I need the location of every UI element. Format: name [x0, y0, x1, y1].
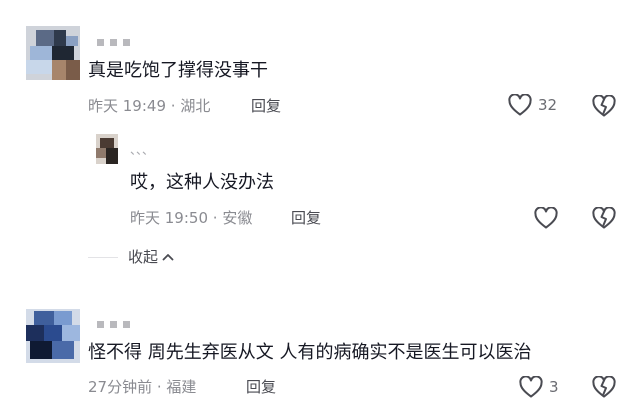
avatar-pixel [66, 36, 78, 46]
avatar-pixel [26, 325, 44, 341]
username[interactable] [97, 37, 130, 47]
comment-meta: 昨天 19:49 · 湖北 [88, 96, 210, 116]
reply-location: 安徽 [222, 209, 253, 227]
comment-time: 27分钟前 [88, 378, 153, 396]
like-button[interactable]: 32 [508, 94, 557, 116]
reply-button[interactable]: 回复 [291, 208, 321, 228]
collapse-label: 收起 [128, 248, 159, 266]
broken-heart-icon [592, 207, 616, 229]
username-blur [123, 320, 130, 328]
avatar-pixel [36, 30, 54, 46]
reply-meta: 昨天 19:50 · 安徽 [130, 208, 252, 228]
reply-avatar[interactable] [96, 134, 118, 164]
username-blur [97, 38, 104, 46]
avatar[interactable] [26, 26, 80, 80]
reply-text: 哎，这种人没办法 [130, 172, 274, 193]
dislike-button[interactable] [592, 207, 616, 229]
meta-separator: · [152, 378, 167, 396]
avatar-pixel [52, 46, 74, 60]
meta-separator: · [166, 97, 181, 115]
username-blur [110, 38, 117, 46]
avatar[interactable] [26, 309, 80, 363]
comment-text: 真是吃饱了撑得没事干 [88, 60, 268, 81]
meta-separator: · [208, 209, 223, 227]
avatar-pixel [30, 341, 52, 359]
avatar-pixel [96, 148, 106, 158]
avatar-pixel [62, 325, 80, 341]
avatar-pixel [30, 46, 52, 60]
avatar-pixel [54, 311, 72, 325]
broken-heart-icon [592, 95, 616, 117]
username-blur [97, 320, 104, 328]
comment-text: 怪不得 周先生弃医从文 人有的病确实不是医生可以医治 [88, 342, 532, 363]
avatar-pixel [106, 148, 118, 164]
collapse-divider [88, 257, 118, 258]
avatar-pixel [54, 30, 66, 46]
avatar-pixel [34, 311, 54, 325]
like-button[interactable]: 3 [519, 376, 559, 398]
heart-outline-icon [519, 376, 543, 398]
reply-username[interactable]: 、、、 [130, 140, 154, 160]
like-count: 3 [549, 378, 559, 396]
comment-location: 福建 [166, 378, 197, 396]
avatar-pixel [26, 60, 52, 74]
comment-meta: 27分钟前 · 福建 [88, 377, 196, 397]
reply-time: 昨天 19:50 [130, 209, 208, 227]
username-blur [123, 38, 130, 46]
username-blur [110, 320, 117, 328]
chevron-up-icon [162, 252, 174, 262]
reply-button[interactable]: 回复 [251, 96, 281, 116]
comment-location: 湖北 [180, 97, 211, 115]
like-button[interactable] [534, 207, 558, 229]
like-count: 32 [538, 96, 558, 114]
dislike-button[interactable] [592, 376, 616, 398]
heart-outline-icon [534, 207, 558, 229]
avatar-pixel [66, 60, 80, 80]
heart-outline-icon [508, 94, 532, 116]
reply-button[interactable]: 回复 [246, 377, 276, 397]
avatar-pixel [100, 138, 114, 148]
comment-time: 昨天 19:49 [88, 97, 166, 115]
avatar-pixel [44, 325, 62, 341]
username[interactable] [97, 319, 130, 329]
broken-heart-icon [592, 376, 616, 398]
dislike-button[interactable] [592, 95, 616, 117]
collapse-button[interactable]: 收起 [128, 247, 174, 267]
avatar-pixel [52, 341, 74, 359]
avatar-pixel [52, 60, 66, 80]
